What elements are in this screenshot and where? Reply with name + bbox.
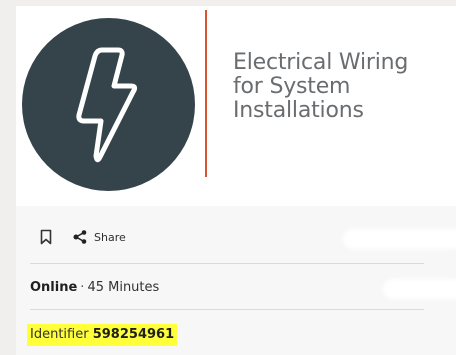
delivery-info: Online · 45 Minutes [30,280,159,295]
meta-separator: · [80,280,85,295]
meta-row: Online · 45 Minutes [30,276,456,298]
identifier-label: Identifier [30,327,89,342]
bookmark-icon [40,229,52,245]
course-hero: Electrical Wiring for System Installatio… [16,6,456,196]
identifier-value: 598254961 [92,327,175,342]
identifier-highlight: Identifier 598254961 [27,324,178,346]
bookmark-button[interactable] [40,228,56,246]
course-info-panel: Share Online · 45 Minutes Identifier 59825… [16,206,456,355]
duration: 45 Minutes [87,280,160,295]
title-divider [205,10,207,177]
actions-row: Share [30,226,456,248]
divider [30,309,424,310]
course-title: Electrical Wiring for System Installatio… [233,51,456,123]
page: Electrical Wiring for System Installatio… [0,0,456,355]
lightning-bolt-icon [76,47,138,163]
course-logo [22,18,195,191]
redacted-action [346,232,456,246]
course-title-line-2: for System [233,74,351,99]
course-card: Electrical Wiring for System Installatio… [16,6,456,355]
divider [30,263,424,264]
share-label: Share [94,230,126,244]
share-icon [73,230,87,244]
identifier-row: Identifier 598254961 [27,324,454,346]
redacted-meta [386,282,456,296]
delivery-mode: Online [30,280,78,295]
course-title-line-3: Installations [233,98,364,123]
share-button[interactable]: Share [72,228,126,246]
course-title-line-1: Electrical Wiring [233,50,409,75]
